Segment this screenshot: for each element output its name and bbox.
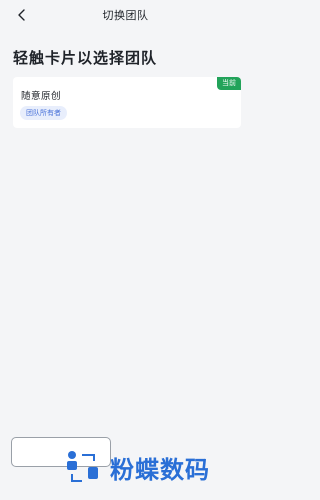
watermark-logo-icon: [67, 451, 98, 482]
chevron-left-icon: [17, 9, 25, 21]
team-card[interactable]: 随意原创 团队所有者 当前: [13, 77, 241, 128]
navigation-bar: 切换团队: [0, 0, 251, 30]
watermark: 粉蝶数码: [62, 447, 244, 487]
back-button[interactable]: [14, 8, 28, 22]
watermark-text: 粉蝶数码: [110, 455, 210, 484]
current-team-tag: 当前: [217, 77, 241, 90]
page-title: 切换团队: [102, 9, 149, 22]
team-name: 随意原创: [21, 91, 62, 102]
select-team-heading: 轻触卡片以选择团队: [13, 49, 158, 67]
role-badge: 团队所有者: [20, 106, 67, 120]
app-screen: 切换团队 轻触卡片以选择团队 随意原创 团队所有者 当前 粉蝶数码: [0, 0, 251, 500]
